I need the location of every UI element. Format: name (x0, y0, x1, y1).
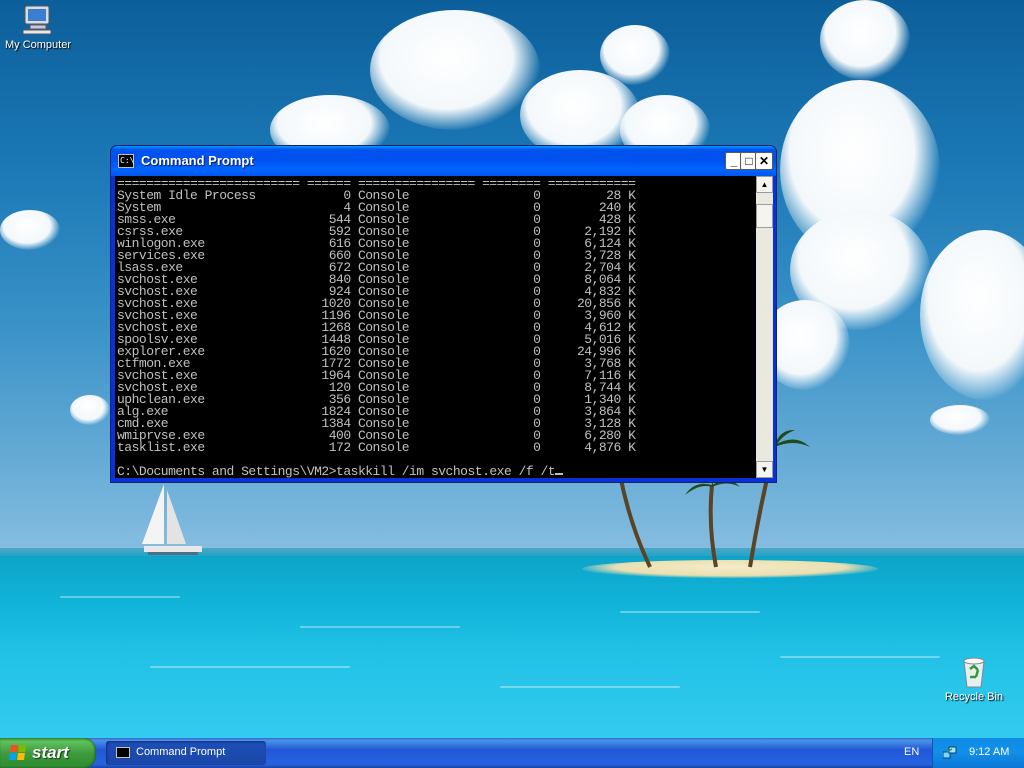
scroll-down-button[interactable]: ▼ (756, 461, 773, 478)
command-prompt-window[interactable]: C:\ Command Prompt _ □ ✕ ===============… (110, 145, 777, 483)
vertical-scrollbar[interactable]: ▲ ▼ (756, 176, 773, 478)
table-row: tasklist.exe 172 Console 0 4,876 K (117, 440, 636, 455)
cloud (600, 25, 670, 85)
start-label: start (32, 743, 69, 762)
my-computer-icon (22, 5, 52, 35)
windows-logo-icon (9, 745, 27, 761)
command-line[interactable]: C:\Documents and Settings\VM2>taskkill /… (117, 464, 564, 478)
text-cursor (555, 473, 564, 475)
taskbar-item-label: Command Prompt (136, 746, 226, 758)
console-output[interactable]: ========================= ====== =======… (115, 176, 756, 478)
scroll-thumb[interactable] (756, 204, 773, 228)
scroll-up-button[interactable]: ▲ (756, 176, 773, 193)
start-button[interactable]: start (0, 738, 96, 768)
clock[interactable]: 9:12 AM (969, 746, 1009, 758)
cloud (70, 395, 110, 425)
network-icon[interactable] (943, 746, 957, 760)
cloud (0, 210, 60, 250)
desktop-icon-recycle-bin[interactable]: Recycle Bin (936, 655, 1012, 703)
system-tray: 9:12 AM (932, 738, 1024, 768)
cloud (930, 405, 990, 435)
desktop-icon-label: Recycle Bin (944, 691, 1004, 703)
command-text: C:\Documents and Settings\VM2>taskkill /… (117, 464, 556, 478)
close-button[interactable]: ✕ (755, 152, 773, 170)
taskbar-item-command-prompt[interactable]: Command Prompt (106, 741, 266, 765)
desktop-icon-my-computer[interactable]: My Computer (0, 3, 76, 51)
window-titlebar[interactable]: C:\ Command Prompt _ □ ✕ (111, 146, 776, 176)
command-prompt-icon: C:\ (118, 154, 134, 168)
cloud (920, 230, 1024, 400)
process-list: ========================= ====== =======… (115, 176, 756, 454)
window-title: Command Prompt (141, 153, 254, 168)
cloud (370, 10, 540, 130)
desktop-icon-label: My Computer (4, 39, 72, 51)
taskbar: start Command Prompt EN 9:12 AM (0, 738, 1024, 768)
sea (0, 556, 1024, 738)
command-prompt-icon (116, 747, 130, 758)
language-indicator[interactable]: EN (904, 746, 919, 758)
recycle-bin-icon (963, 657, 985, 688)
sailboat (142, 484, 202, 555)
cloud (820, 0, 910, 80)
